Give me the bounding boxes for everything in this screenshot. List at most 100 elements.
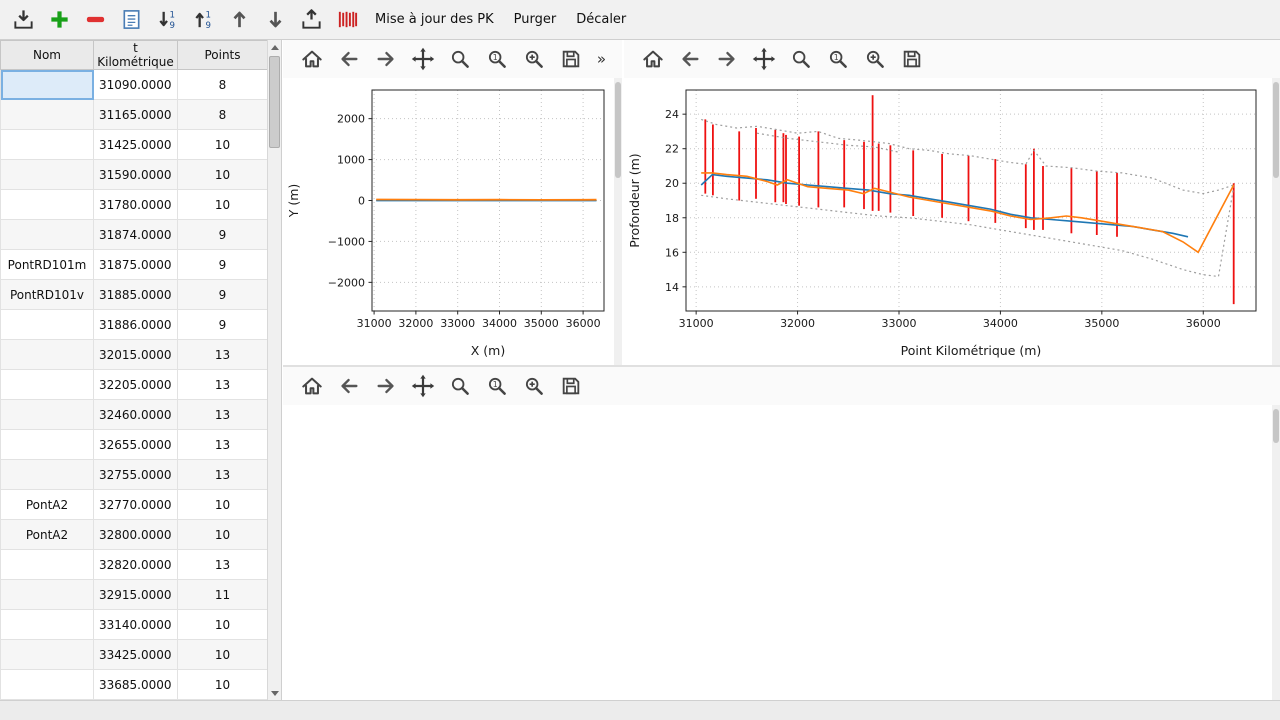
save-button[interactable] bbox=[897, 44, 927, 74]
cell-nom[interactable] bbox=[1, 190, 94, 220]
profile-plot-canvas[interactable]: 3100032000330003400035000360001416182022… bbox=[624, 78, 1272, 363]
edit-list-button[interactable] bbox=[114, 4, 148, 36]
table-row[interactable]: PontRD101m31875.00009 bbox=[1, 250, 268, 280]
table-row[interactable]: 32205.000013 bbox=[1, 370, 268, 400]
cell-nom[interactable] bbox=[1, 670, 94, 700]
back-button[interactable] bbox=[334, 44, 364, 74]
scroll-up-button[interactable] bbox=[268, 40, 281, 54]
purge-button[interactable]: Purger bbox=[505, 7, 566, 32]
cell-nom[interactable] bbox=[1, 220, 94, 250]
table-row[interactable]: 32655.000013 bbox=[1, 430, 268, 460]
cell-points[interactable]: 10 bbox=[178, 160, 268, 190]
table-row[interactable]: 31590.000010 bbox=[1, 160, 268, 190]
cell-nom[interactable] bbox=[1, 160, 94, 190]
cell-points[interactable]: 9 bbox=[178, 310, 268, 340]
cell-points[interactable]: 10 bbox=[178, 130, 268, 160]
cell-pk[interactable]: 31886.0000 bbox=[94, 310, 178, 340]
shift-button[interactable]: Décaler bbox=[567, 7, 635, 32]
home-button[interactable] bbox=[638, 44, 668, 74]
cell-pk[interactable]: 31874.0000 bbox=[94, 220, 178, 250]
cell-points[interactable]: 10 bbox=[178, 520, 268, 550]
sort-ascending-button[interactable]: 19 bbox=[186, 4, 220, 36]
forward-button[interactable] bbox=[371, 371, 401, 401]
table-row[interactable]: 31090.00008 bbox=[1, 70, 268, 100]
table-row[interactable]: 32015.000013 bbox=[1, 340, 268, 370]
table-scrollbar-thumb[interactable] bbox=[269, 56, 280, 148]
cell-points[interactable]: 9 bbox=[178, 220, 268, 250]
cell-pk[interactable]: 32655.0000 bbox=[94, 430, 178, 460]
column-header-pk[interactable]: t Kilométrique bbox=[94, 41, 178, 70]
profile-plot-scrollbar[interactable] bbox=[1272, 78, 1280, 365]
cell-pk[interactable]: 32755.0000 bbox=[94, 460, 178, 490]
cell-pk[interactable]: 33425.0000 bbox=[94, 640, 178, 670]
table-row[interactable]: 32460.000013 bbox=[1, 400, 268, 430]
table-row[interactable]: 33685.000010 bbox=[1, 670, 268, 700]
profile-plot-scrollbar-thumb[interactable] bbox=[1273, 82, 1279, 178]
xy-plot-scrollbar[interactable] bbox=[614, 78, 622, 365]
toolbar-overflow-button[interactable]: » bbox=[593, 48, 610, 70]
cell-pk[interactable]: 33140.0000 bbox=[94, 610, 178, 640]
cell-nom[interactable] bbox=[1, 400, 94, 430]
cell-pk[interactable]: 32820.0000 bbox=[94, 550, 178, 580]
save-button[interactable] bbox=[556, 44, 586, 74]
cell-pk[interactable]: 31425.0000 bbox=[94, 130, 178, 160]
pan-button[interactable] bbox=[749, 44, 779, 74]
cell-nom[interactable] bbox=[1, 610, 94, 640]
cell-pk[interactable]: 32770.0000 bbox=[94, 490, 178, 520]
forward-button[interactable] bbox=[371, 44, 401, 74]
zoom-button[interactable] bbox=[445, 371, 475, 401]
cell-nom[interactable]: PontA2 bbox=[1, 490, 94, 520]
cell-points[interactable]: 10 bbox=[178, 190, 268, 220]
bottom-plot-scrollbar-thumb[interactable] bbox=[1273, 409, 1279, 443]
column-header-nom[interactable]: Nom bbox=[1, 41, 94, 70]
remove-button[interactable] bbox=[78, 4, 112, 36]
cell-nom[interactable]: PontA2 bbox=[1, 520, 94, 550]
cell-points[interactable]: 13 bbox=[178, 340, 268, 370]
back-button[interactable] bbox=[334, 371, 364, 401]
forward-button[interactable] bbox=[712, 44, 742, 74]
home-button[interactable] bbox=[297, 44, 327, 74]
cell-nom[interactable] bbox=[1, 460, 94, 490]
cell-points[interactable]: 13 bbox=[178, 550, 268, 580]
table-row[interactable]: 32755.000013 bbox=[1, 460, 268, 490]
table-row[interactable]: 32915.000011 bbox=[1, 580, 268, 610]
zoom-rect-button[interactable] bbox=[519, 44, 549, 74]
zoom-button[interactable] bbox=[786, 44, 816, 74]
pan-button[interactable] bbox=[408, 44, 438, 74]
cell-pk[interactable]: 33685.0000 bbox=[94, 670, 178, 700]
zoom-original-button[interactable]: 1 bbox=[482, 44, 512, 74]
move-up-button[interactable] bbox=[222, 4, 256, 36]
import-button[interactable] bbox=[6, 4, 40, 36]
cell-nom[interactable] bbox=[1, 370, 94, 400]
cell-nom[interactable] bbox=[1, 70, 94, 100]
pan-button[interactable] bbox=[408, 371, 438, 401]
table-row[interactable]: 31780.000010 bbox=[1, 190, 268, 220]
cell-pk[interactable]: 31780.0000 bbox=[94, 190, 178, 220]
zoom-button[interactable] bbox=[445, 44, 475, 74]
cell-pk[interactable]: 31165.0000 bbox=[94, 100, 178, 130]
cell-points[interactable]: 10 bbox=[178, 610, 268, 640]
cell-points[interactable]: 10 bbox=[178, 670, 268, 700]
cell-pk[interactable]: 31875.0000 bbox=[94, 250, 178, 280]
table-scrollbar[interactable] bbox=[267, 40, 281, 700]
table-row[interactable]: PontA232800.000010 bbox=[1, 520, 268, 550]
table-row[interactable]: 32820.000013 bbox=[1, 550, 268, 580]
zoom-rect-button[interactable] bbox=[860, 44, 890, 74]
save-button[interactable] bbox=[556, 371, 586, 401]
cell-points[interactable]: 13 bbox=[178, 430, 268, 460]
cell-nom[interactable] bbox=[1, 640, 94, 670]
cell-points[interactable]: 10 bbox=[178, 640, 268, 670]
table-row[interactable]: 31886.00009 bbox=[1, 310, 268, 340]
cell-pk[interactable]: 31090.0000 bbox=[94, 70, 178, 100]
cell-points[interactable]: 11 bbox=[178, 580, 268, 610]
cell-pk[interactable]: 31885.0000 bbox=[94, 280, 178, 310]
table-row[interactable]: 33140.000010 bbox=[1, 610, 268, 640]
cell-points[interactable]: 8 bbox=[178, 100, 268, 130]
table-row[interactable]: PontA232770.000010 bbox=[1, 490, 268, 520]
cell-points[interactable]: 13 bbox=[178, 460, 268, 490]
back-button[interactable] bbox=[675, 44, 705, 74]
cell-points[interactable]: 9 bbox=[178, 250, 268, 280]
zoom-original-button[interactable]: 1 bbox=[482, 371, 512, 401]
column-header-points[interactable]: Points bbox=[178, 41, 268, 70]
home-button[interactable] bbox=[297, 371, 327, 401]
